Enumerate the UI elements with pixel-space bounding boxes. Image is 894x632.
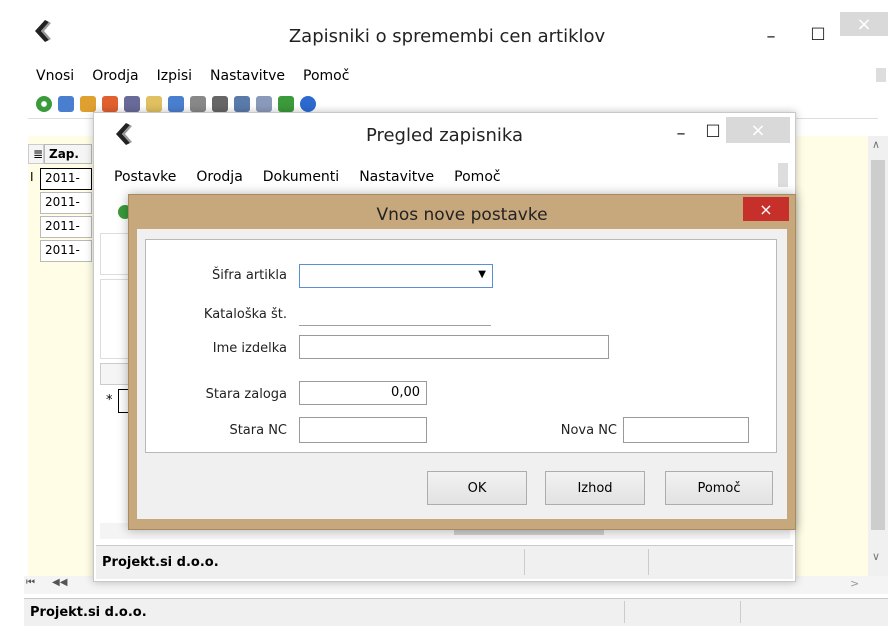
sifra-artikla-combo[interactable]: ▼ bbox=[299, 264, 493, 288]
table-row[interactable]: 2011- bbox=[40, 240, 92, 262]
main-menubar: Vnosi Orodja Izpisi Nastavitve Pomoč bbox=[36, 66, 876, 86]
pregled-status-divider bbox=[524, 549, 525, 575]
lock-icon[interactable] bbox=[146, 96, 162, 112]
main-vertical-scrollbar[interactable]: ∧ ∨ bbox=[868, 136, 888, 576]
row-indicator: I bbox=[30, 170, 34, 184]
main-status-divider bbox=[740, 601, 741, 623]
stara-zaloga-label: Stara zaloga bbox=[205, 387, 287, 402]
kataloska-value bbox=[299, 307, 491, 326]
main-status-bar: Projekt.si d.o.o. bbox=[24, 598, 888, 626]
pregled-minimize-button[interactable]: – bbox=[666, 119, 696, 147]
main-maximize-button[interactable]: □ bbox=[803, 18, 833, 46]
stara-zaloga-input[interactable]: 0,00 bbox=[299, 381, 427, 405]
new-row-marker: * bbox=[106, 393, 113, 408]
table-row[interactable]: 2011- bbox=[40, 216, 92, 238]
save-icon[interactable] bbox=[124, 96, 140, 112]
kataloska-label: Kataloška št. bbox=[203, 307, 287, 322]
sifra-artikla-label: Šifra artikla bbox=[211, 268, 287, 283]
pregled-status-bar: Projekt.si d.o.o. bbox=[96, 545, 793, 579]
pregled-close-button[interactable]: × bbox=[726, 117, 790, 143]
pregled-status-text: Projekt.si d.o.o. bbox=[102, 555, 219, 570]
main-titlebar[interactable]: Zapisniki o spremembi cen artiklov – □ × bbox=[0, 0, 894, 60]
main-status-divider bbox=[624, 601, 625, 623]
grid-header-zap[interactable]: Zap. bbox=[44, 144, 92, 164]
ok-button[interactable]: OK bbox=[427, 471, 527, 505]
stara-nc-label: Stara NC bbox=[229, 423, 287, 438]
table-row[interactable]: 2011- bbox=[40, 192, 92, 214]
pregled-maximize-button[interactable]: □ bbox=[698, 115, 728, 143]
main-hscroll-right-icon[interactable]: > bbox=[850, 577, 859, 590]
main-close-button[interactable]: × bbox=[840, 12, 888, 36]
pregled-menu-orodja[interactable]: Orodja bbox=[196, 169, 242, 185]
ime-izdelka-input[interactable] bbox=[299, 335, 609, 359]
nav-prev-icon[interactable]: ◀◀ bbox=[52, 577, 67, 588]
pregled-menu-postavke[interactable]: Postavke bbox=[114, 169, 176, 185]
main-toolbar bbox=[36, 96, 316, 112]
main-menu-nastavitve[interactable]: Nastavitve bbox=[210, 68, 285, 84]
filter-icon[interactable] bbox=[190, 96, 206, 112]
chevron-down-icon[interactable]: ▼ bbox=[478, 269, 486, 280]
vnos-dialog-title: Vnos nove postavke bbox=[376, 205, 548, 225]
main-status-text: Projekt.si d.o.o. bbox=[30, 605, 147, 620]
pregled-menu-dokumenti[interactable]: Dokumenti bbox=[263, 169, 339, 185]
main-menu-orodja[interactable]: Orodja bbox=[92, 68, 138, 84]
pregled-menubar: Postavke Orodja Dokumenti Nastavitve Pom… bbox=[114, 167, 754, 187]
main-menu-izpisi[interactable]: Izpisi bbox=[157, 68, 192, 84]
scroll-thumb[interactable] bbox=[871, 160, 885, 530]
vnos-dialog-body: Šifra artikla ▼ Kataloška št. Ime izdelk… bbox=[137, 229, 787, 519]
find-icon[interactable] bbox=[168, 96, 184, 112]
vnos-dialog-close-button[interactable]: × bbox=[743, 197, 789, 221]
pregled-menu-nastavitve[interactable]: Nastavitve bbox=[359, 169, 434, 185]
refresh-icon[interactable] bbox=[36, 96, 52, 112]
pregled-titlebar[interactable]: Pregled zapisnika – □ × bbox=[94, 113, 795, 157]
stara-nc-input[interactable] bbox=[299, 417, 427, 443]
table-row[interactable]: 2011- bbox=[40, 168, 92, 190]
pregled-menu-pomoc[interactable]: Pomoč bbox=[454, 169, 500, 185]
pregled-status-divider bbox=[648, 549, 649, 575]
main-menu-vnosi[interactable]: Vnosi bbox=[36, 68, 74, 84]
main-minimize-button[interactable]: – bbox=[756, 22, 786, 50]
grid-header-select-icon[interactable]: ≣ bbox=[28, 144, 44, 164]
scroll-down-icon[interactable]: ∨ bbox=[872, 550, 880, 563]
main-menu-pomoc[interactable]: Pomoč bbox=[303, 68, 349, 84]
main-menubar-overflow[interactable] bbox=[876, 68, 886, 82]
vnos-dialog: Vnos nove postavke × Šifra artikla ▼ Kat… bbox=[128, 194, 796, 530]
table-icon[interactable] bbox=[234, 96, 250, 112]
pomoc-button[interactable]: Pomoč bbox=[665, 471, 773, 505]
search-icon[interactable] bbox=[58, 96, 74, 112]
nova-nc-input[interactable] bbox=[623, 417, 749, 443]
ime-izdelka-label: Ime izdelka bbox=[212, 341, 287, 356]
export-icon[interactable] bbox=[278, 96, 294, 112]
edit-icon[interactable] bbox=[102, 96, 118, 112]
group-icon[interactable] bbox=[80, 96, 96, 112]
nav-first-icon[interactable]: ⏮ bbox=[26, 577, 35, 588]
print-icon[interactable] bbox=[212, 96, 228, 112]
scroll-up-icon[interactable]: ∧ bbox=[872, 138, 880, 151]
columns-icon[interactable] bbox=[256, 96, 272, 112]
pregled-menubar-overflow[interactable] bbox=[778, 163, 788, 187]
nova-nc-label: Nova NC bbox=[560, 423, 617, 438]
izhod-button[interactable]: Izhod bbox=[545, 471, 645, 505]
help-icon[interactable] bbox=[300, 96, 316, 112]
